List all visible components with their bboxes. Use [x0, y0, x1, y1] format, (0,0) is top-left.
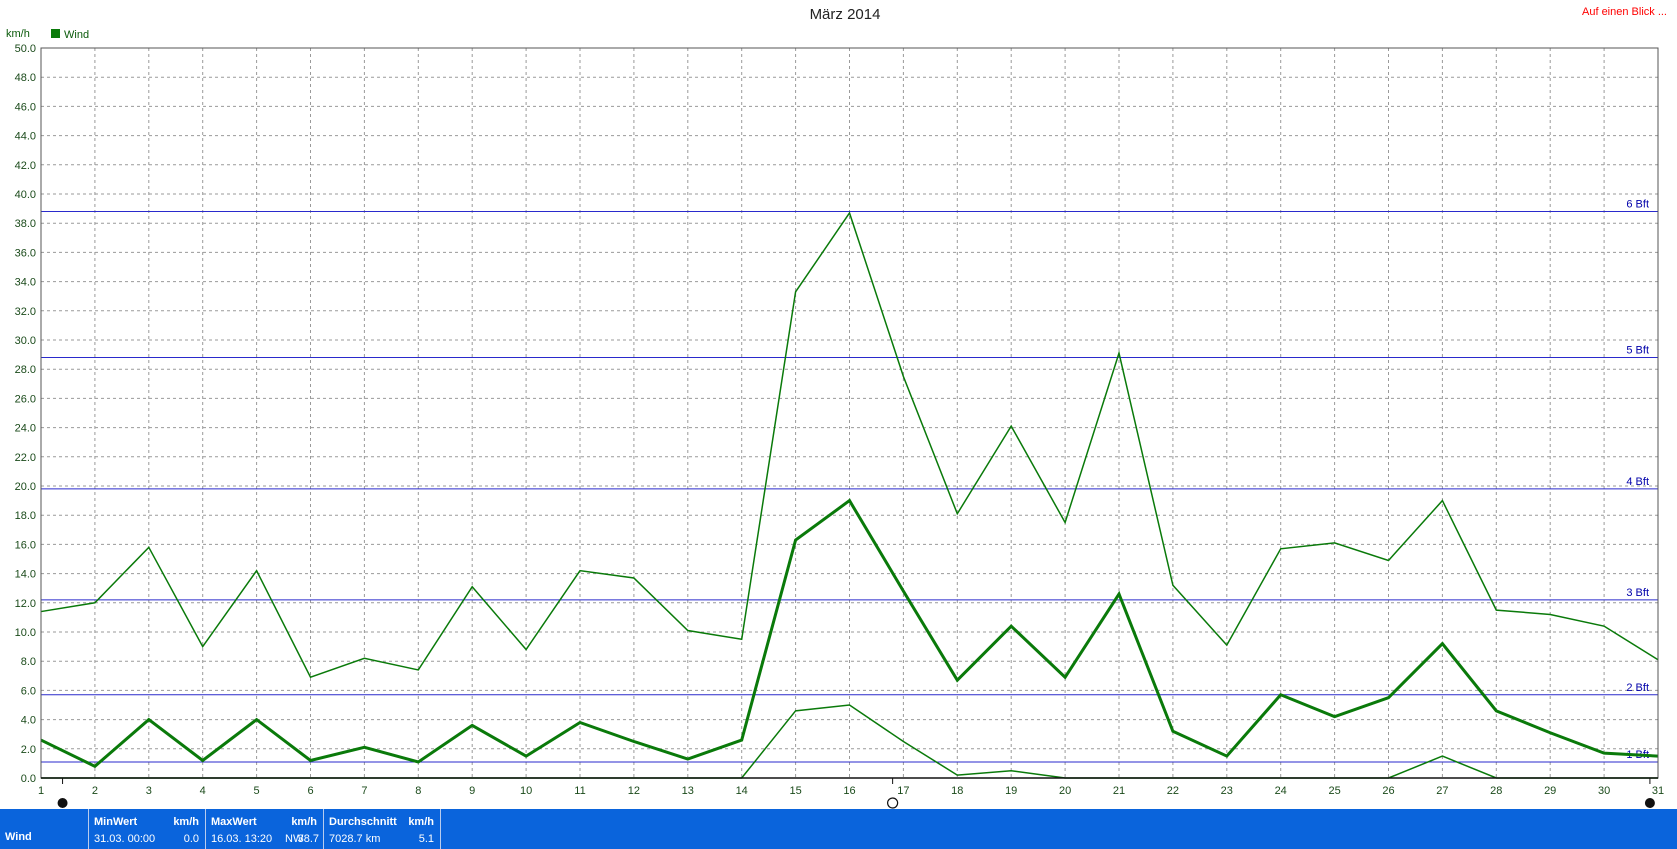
- x-tick-label: 21: [1113, 785, 1125, 797]
- y-tick-label: 42.0: [15, 160, 36, 172]
- y-tick-label: 18.0: [15, 510, 36, 522]
- status-series-name: Wind: [5, 831, 32, 843]
- x-tick-label: 3: [146, 785, 152, 797]
- y-tick-label: 36.0: [15, 247, 36, 259]
- y-tick-label: 0.0: [21, 773, 36, 785]
- y-tick-label: 8.0: [21, 656, 36, 668]
- x-tick-label: 31: [1652, 785, 1664, 797]
- legend-label: Wind: [64, 29, 89, 41]
- y-tick-label: 10.0: [15, 627, 36, 639]
- x-tick-label: 30: [1598, 785, 1610, 797]
- max-value: 38.7: [297, 833, 319, 845]
- status-bar: Wind MinWert km/h 31.03. 00:00 0.0 MaxWe…: [0, 809, 1677, 849]
- y-tick-label: 50.0: [15, 43, 36, 55]
- x-tick-label: 4: [200, 785, 206, 797]
- max-unit: km/h: [291, 816, 317, 828]
- x-tick-label: 17: [897, 785, 909, 797]
- y-tick-label: 46.0: [15, 101, 36, 113]
- x-tick-label: 27: [1436, 785, 1448, 797]
- y-tick-label: 12.0: [15, 598, 36, 610]
- bft-label: 3 Bft: [1626, 587, 1649, 599]
- max-head: MaxWert: [211, 816, 257, 828]
- range-center-handle-icon: [887, 797, 899, 809]
- bft-label: 5 Bft: [1626, 345, 1649, 357]
- x-tick-label: 6: [307, 785, 313, 797]
- bft-label: 2 Bft: [1626, 682, 1649, 694]
- x-tick-label: 26: [1382, 785, 1394, 797]
- status-min-cell: MinWert km/h 31.03. 00:00 0.0: [88, 809, 205, 849]
- x-tick-label: 24: [1275, 785, 1287, 797]
- wind-chart: März 2014 km/h Wind 1 Bft2 Bft3 Bft4 Bft…: [6, 6, 1665, 809]
- y-tick-label: 30.0: [15, 335, 36, 347]
- y-tick-label: 2.0: [21, 744, 36, 756]
- x-tick-label: 28: [1490, 785, 1502, 797]
- max-time: 16.03. 13:20: [211, 833, 273, 845]
- min-head: MinWert: [94, 816, 138, 828]
- x-tick-label: 14: [736, 785, 748, 797]
- status-series-cell: Wind: [0, 809, 88, 849]
- x-tick-label: 1: [38, 785, 44, 797]
- y-tick-label: 16.0: [15, 539, 36, 551]
- x-tick-label: 20: [1059, 785, 1071, 797]
- y-tick-label: 26.0: [15, 393, 36, 405]
- x-tick-label: 13: [682, 785, 694, 797]
- x-tick-label: 7: [361, 785, 367, 797]
- min-time: 31.03. 00:00: [94, 833, 156, 845]
- x-tick-label: 25: [1328, 785, 1340, 797]
- y-tick-label: 4.0: [21, 715, 36, 727]
- x-tick-label: 9: [469, 785, 475, 797]
- x-tick-label: 18: [951, 785, 963, 797]
- y-tick-label: 38.0: [15, 218, 36, 230]
- status-max-cell: MaxWert km/h 16.03. 13:20 NW 38.7: [205, 809, 323, 849]
- x-tick-label: 29: [1544, 785, 1556, 797]
- bft-label: 6 Bft: [1626, 199, 1649, 211]
- y-tick-label: 34.0: [15, 277, 36, 289]
- y-tick-label: 14.0: [15, 569, 36, 581]
- x-tick-label: 23: [1221, 785, 1233, 797]
- avg-value: 5.1: [418, 833, 434, 845]
- y-axis-unit: km/h: [6, 28, 30, 40]
- bft-label: 4 Bft: [1626, 476, 1649, 488]
- y-tick-label: 40.0: [15, 189, 36, 201]
- y-tick-label: 32.0: [15, 306, 36, 318]
- overview-link[interactable]: Auf einen Blick ...: [1582, 6, 1667, 18]
- x-tick-label: 10: [520, 785, 532, 797]
- avg-unit: km/h: [408, 816, 434, 828]
- min-value: 0.0: [183, 833, 199, 845]
- y-tick-label: 44.0: [15, 131, 36, 143]
- x-tick-label: 19: [1005, 785, 1017, 797]
- avg-head: Durchschnitt: [329, 816, 397, 828]
- range-start-handle-icon: [57, 798, 68, 808]
- min-unit: km/h: [173, 816, 199, 828]
- x-tick-label: 22: [1167, 785, 1179, 797]
- chart-title: März 2014: [810, 6, 881, 23]
- legend-swatch-icon: [51, 29, 60, 38]
- avg-extra: 7028.7 km: [329, 833, 381, 845]
- grid: [41, 48, 1658, 778]
- y-tick-label: 24.0: [15, 423, 36, 435]
- series-lines: [40, 211, 1659, 779]
- x-tick-label: 8: [415, 785, 421, 797]
- y-tick-label: 22.0: [15, 452, 36, 464]
- scroll-markers: [57, 778, 1655, 809]
- x-tick-label: 11: [574, 785, 585, 797]
- status-avg-cell: Durchschnitt km/h 7028.7 km 5.1: [323, 809, 441, 849]
- x-tick-label: 16: [843, 785, 855, 797]
- y-tick-label: 48.0: [15, 72, 36, 84]
- y-tick-label: 6.0: [21, 685, 36, 697]
- axes: 0.0 2.0 4.0 6.0 8.0 10.0 12.0 14.0 16.0 18.0 20.0 2…: [15, 43, 1665, 797]
- x-tick-label: 5: [254, 785, 260, 797]
- x-tick-label: 15: [789, 785, 801, 797]
- range-end-handle-icon: [1644, 798, 1655, 808]
- x-tick-label: 2: [92, 785, 98, 797]
- x-tick-label: 12: [628, 785, 640, 797]
- y-tick-label: 28.0: [15, 364, 36, 376]
- y-tick-label: 20.0: [15, 481, 36, 493]
